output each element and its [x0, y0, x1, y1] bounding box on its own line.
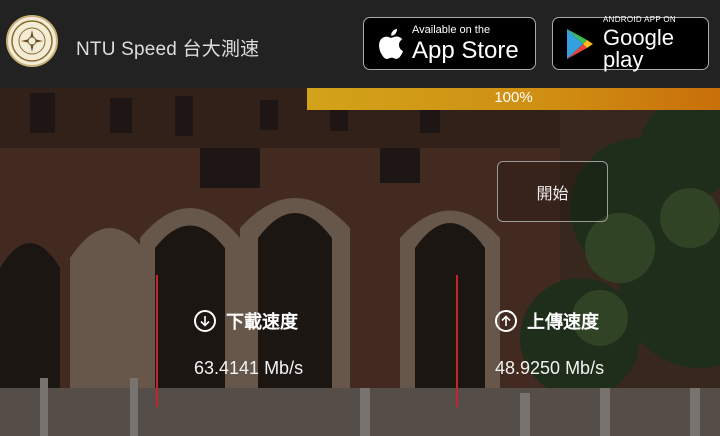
upload-speed-value: 48.9250 Mb/s [495, 358, 605, 378]
upload-panel: 上傳速度 48.9250 Mb/s [495, 308, 604, 378]
apple-icon [376, 28, 404, 60]
progress-label: 100% [494, 89, 533, 106]
app-title: NTU Speed 台大測速 [76, 39, 260, 60]
google-play-label: Google play [603, 25, 674, 72]
arrow-down-circle-icon [194, 310, 216, 332]
download-label: 下載速度 [226, 312, 298, 333]
background-image [0, 88, 720, 436]
google-play-icon [565, 28, 595, 60]
seal-icon [11, 20, 53, 62]
download-panel: 下載速度 63.4141 Mb/s [194, 308, 303, 378]
progress-bar: 100% [307, 88, 720, 110]
download-divider [156, 275, 158, 407]
start-button[interactable]: 開始 [497, 161, 608, 222]
ntu-seal-logo [6, 15, 58, 67]
download-speed-value: 63.4141 Mb/s [194, 358, 304, 378]
upload-divider [456, 275, 458, 407]
arrow-up-circle-icon [495, 310, 517, 332]
app-store-label: App Store [412, 36, 519, 64]
google-play-caption: ANDROID APP ON [603, 15, 676, 24]
upload-label: 上傳速度 [527, 312, 599, 333]
header-bar: NTU Speed 台大測速 Available on the App Stor… [0, 0, 720, 88]
google-play-button[interactable]: ANDROID APP ON Google play [552, 15, 709, 72]
app-store-caption: Available on the [412, 23, 491, 36]
app-store-button[interactable]: Available on the App Store [363, 17, 536, 70]
